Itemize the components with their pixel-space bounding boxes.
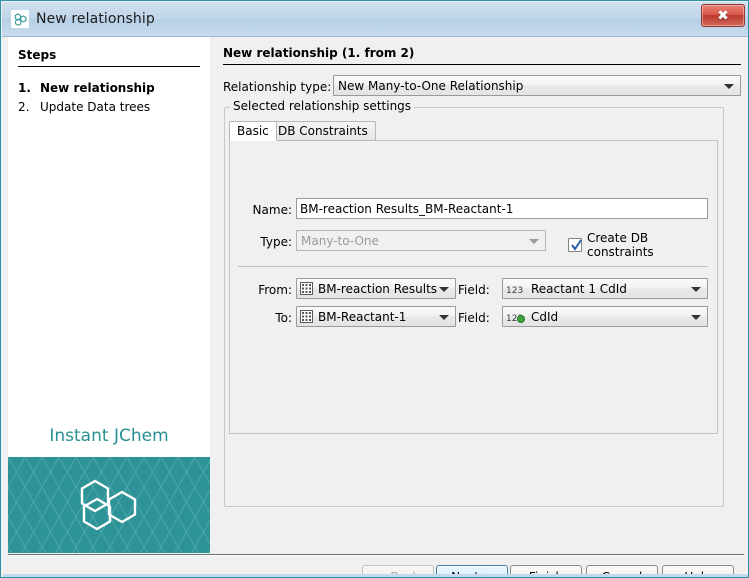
new-relationship-dialog: New relationship ✖ Steps 1.New relations… (0, 0, 749, 578)
to-field-select[interactable]: 123 CdId (502, 306, 708, 327)
chevron-down-icon (439, 287, 449, 292)
step-label: Update Data trees (40, 100, 150, 114)
page-title-divider (223, 64, 741, 65)
tab-basic-label: Basic (237, 124, 269, 138)
main-panel: New relationship (1. from 2) Relationshi… (220, 37, 744, 553)
steps-panel: Steps 1.New relationship 2.Update Data t… (8, 37, 210, 553)
numeric-123-text: 123 (506, 286, 523, 296)
step-item-update-data-trees: 2.Update Data trees (18, 100, 150, 114)
from-field-select[interactable]: 123 Reactant 1 CdId (502, 278, 708, 299)
hexagons-logo-icon (78, 477, 140, 533)
steps-divider (18, 66, 200, 67)
checkbox-box (568, 238, 582, 252)
create-db-constraints-label: Create DB constraints (587, 231, 717, 259)
step-number: 1. (18, 81, 40, 95)
hexagons-icon (11, 10, 29, 28)
type-label: Type: (240, 235, 292, 249)
close-icon: ✖ (717, 9, 729, 23)
table-grid-icon (300, 310, 313, 323)
from-field-label: Field: (458, 283, 498, 297)
relationship-type-label: Relationship type: (223, 80, 331, 94)
from-table-value: BM-reaction Results (318, 282, 437, 296)
tab-basic[interactable]: Basic (229, 121, 277, 141)
table-grid-icon (300, 282, 313, 295)
tab-db-constraints[interactable]: DB Constraints (270, 121, 376, 141)
form-divider (238, 266, 708, 267)
numeric-123-primary-key-icon: 123 (506, 310, 526, 323)
create-db-constraints-checkbox[interactable]: Create DB constraints (568, 231, 717, 259)
step-label: New relationship (40, 81, 155, 95)
close-button[interactable]: ✖ (701, 4, 745, 27)
to-label: To: (236, 311, 292, 325)
to-field-label: Field: (458, 311, 498, 325)
step-number: 2. (18, 100, 40, 114)
chevron-down-icon (439, 315, 449, 320)
name-input[interactable] (296, 198, 708, 219)
from-field-value: Reactant 1 CdId (531, 282, 627, 296)
chevron-down-icon (691, 287, 701, 292)
page-title: New relationship (1. from 2) (223, 46, 414, 60)
numeric-123-icon: 123 (506, 282, 526, 295)
chevron-down-icon (724, 84, 734, 89)
tab-db-constraints-label: DB Constraints (278, 124, 368, 138)
brand-name: Instant JChem (8, 426, 210, 446)
to-table-value: BM-Reactant-1 (318, 310, 406, 324)
window-title: New relationship (36, 11, 155, 27)
from-table-select[interactable]: BM-reaction Results (296, 278, 456, 299)
steps-heading: Steps (18, 48, 56, 62)
chevron-down-icon (529, 239, 539, 244)
name-label: Name: (240, 203, 292, 217)
to-table-select[interactable]: BM-Reactant-1 (296, 306, 456, 327)
check-icon (571, 239, 582, 251)
relationship-type-select[interactable]: New Many-to-One Relationship (333, 75, 741, 96)
relationship-type-value: New Many-to-One Relationship (338, 79, 523, 93)
basic-tab-panel: Name: Type: Many-to-One Create DB constr… (229, 140, 718, 434)
title-bar: New relationship ✖ (2, 2, 749, 37)
step-item-new-relationship: 1.New relationship (18, 81, 155, 95)
primary-key-dot-icon (517, 315, 525, 323)
from-label: From: (236, 283, 292, 297)
type-select: Many-to-One (296, 230, 546, 251)
brand-artwork (8, 457, 210, 553)
window-bottom-edge (3, 574, 749, 578)
button-bar-divider (8, 554, 744, 556)
type-value: Many-to-One (301, 234, 379, 248)
group-title: Selected relationship settings (230, 99, 414, 113)
to-field-value: CdId (531, 310, 558, 324)
dialog-content: Steps 1.New relationship 2.Update Data t… (2, 37, 749, 578)
chevron-down-icon (691, 315, 701, 320)
